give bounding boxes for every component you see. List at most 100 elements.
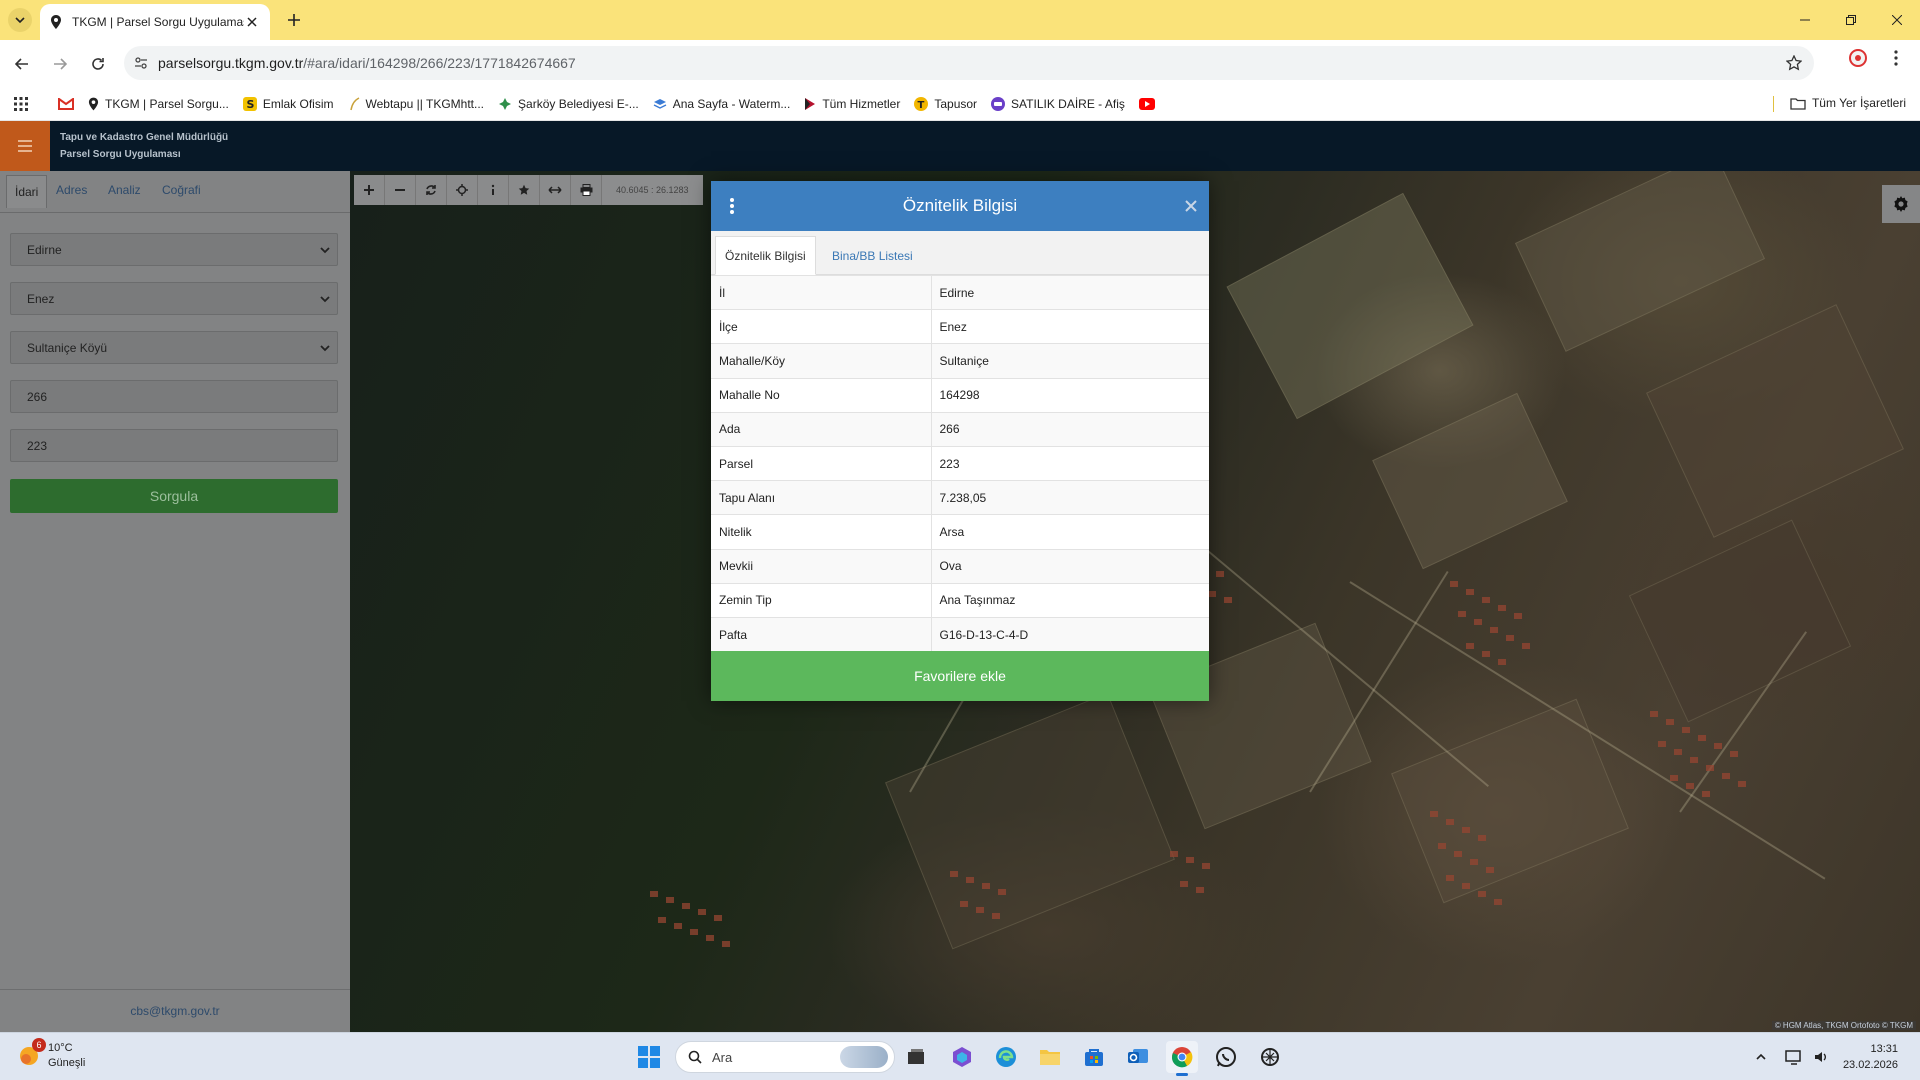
bookmark-watermark[interactable]: Ana Sayfa - Waterm...	[653, 97, 790, 111]
taskbar-app-whatsapp[interactable]	[1210, 1041, 1242, 1073]
measure-button[interactable]	[540, 175, 571, 205]
tab-building-list[interactable]: Bina/BB Listesi	[823, 236, 922, 275]
bookmark-satilik-daire[interactable]: SATILIK DAİRE - Afiş	[991, 96, 1125, 111]
map-settings-button[interactable]	[1882, 185, 1920, 223]
print-button[interactable]	[571, 175, 602, 205]
bookmark-star-icon[interactable]	[1786, 55, 1802, 71]
taskbar-search[interactable]: Ara	[675, 1041, 895, 1073]
speaker-icon[interactable]	[1813, 1049, 1829, 1065]
map-pin-icon	[51, 15, 61, 29]
zoom-out-button[interactable]	[385, 175, 416, 205]
chevron-down-icon	[320, 296, 330, 303]
il-select[interactable]: Edirne	[10, 233, 338, 266]
bookmark-youtube[interactable]	[1138, 97, 1155, 110]
bookmark-gmail[interactable]	[58, 97, 74, 110]
window-controls	[1782, 0, 1920, 40]
menu-toggle-button[interactable]	[0, 121, 50, 171]
attr-value: 266	[931, 411, 1209, 447]
attr-key: Ada	[711, 411, 932, 447]
weather-widget[interactable]: 6 10°C Güneşli	[18, 1038, 85, 1071]
chevron-up-icon[interactable]	[1755, 1051, 1767, 1063]
close-icon	[1892, 15, 1902, 25]
taskbar-app-explorer[interactable]	[1034, 1041, 1066, 1073]
svg-text:T: T	[918, 100, 925, 111]
browser-toolbar: parselsorgu.tkgm.gov.tr/#ara/idari/16429…	[0, 40, 1920, 87]
browser-menu-icon[interactable]	[1886, 48, 1906, 68]
table-row: Ada 266	[711, 411, 1209, 447]
bookmark-sarkoy[interactable]: Şarköy Belediyesi E-...	[498, 97, 639, 111]
ada-input-value: 266	[27, 389, 48, 404]
tab-search-button[interactable]	[8, 8, 32, 32]
map-field	[1391, 698, 1629, 904]
bookmark-emlak-ofisim[interactable]: S Emlak Ofisim	[242, 96, 334, 111]
taskbar-app-store[interactable]	[1078, 1041, 1110, 1073]
taskbar-app-chatgpt[interactable]	[1254, 1041, 1286, 1073]
attr-value: Ana Taşınmaz	[931, 582, 1209, 618]
windows-taskbar: 6 10°C Güneşli Ara 13:31 23.02.2026	[0, 1032, 1920, 1080]
mahalle-select-value: Sultaniçe Köyü	[27, 340, 108, 355]
tab-close-button[interactable]	[244, 14, 260, 30]
tab-idari[interactable]: İdari	[6, 175, 48, 208]
plus-icon	[288, 14, 300, 26]
contact-email-link[interactable]: cbs@tkgm.gov.tr	[0, 989, 350, 1032]
browser-tabstrip: TKGM | Parsel Sorgu Uygulaması	[0, 0, 1920, 40]
bookmark-webtapu[interactable]: Webtapu || TKGMhtt...	[348, 96, 485, 111]
tab-analiz[interactable]: Analiz	[108, 183, 141, 197]
ilce-select[interactable]: Enez	[10, 282, 338, 315]
kebab-menu-icon[interactable]	[729, 197, 735, 215]
tab-adres[interactable]: Adres	[56, 183, 87, 197]
query-button[interactable]: Sorgula	[10, 479, 338, 513]
start-button[interactable]	[638, 1046, 660, 1071]
close-window-button[interactable]	[1874, 0, 1920, 40]
attr-value: Edirne	[931, 274, 1209, 310]
taskbar-app-m365[interactable]	[946, 1041, 978, 1073]
reload-button[interactable]	[82, 48, 114, 80]
map-pin-icon	[88, 97, 99, 110]
bookmark-label: Şarköy Belediyesi E-...	[518, 96, 639, 111]
extension-icon[interactable]	[1848, 48, 1868, 68]
mahalle-select[interactable]: Sultaniçe Köyü	[10, 331, 338, 364]
dialog-close-button[interactable]	[1185, 197, 1197, 215]
attr-key: Tapu Alanı	[711, 480, 932, 515]
taskbar-app-outlook[interactable]	[1122, 1041, 1154, 1073]
tab-attribute-info[interactable]: Öznitelik Bilgisi	[715, 236, 816, 275]
forward-button[interactable]	[44, 48, 76, 80]
bookmark-label: Webtapu || TKGMhtt...	[365, 96, 485, 111]
apps-shortcut[interactable]	[14, 96, 28, 111]
clock[interactable]: 13:31 23.02.2026	[1843, 1041, 1898, 1073]
taskbar-app-edge[interactable]	[990, 1041, 1022, 1073]
parsel-input[interactable]: 223	[10, 429, 338, 462]
whatsapp-icon	[1216, 1047, 1236, 1067]
address-bar[interactable]: parselsorgu.tkgm.gov.tr/#ara/idari/16429…	[124, 46, 1814, 80]
info-button[interactable]	[478, 175, 509, 205]
taskbar-app-chrome[interactable]	[1166, 1041, 1198, 1076]
add-to-favorites-button[interactable]: Favorilere ekle	[711, 651, 1209, 701]
site-info-icon[interactable]	[134, 56, 148, 70]
app-title-line2: Parsel Sorgu Uygulaması	[60, 149, 181, 160]
back-button[interactable]	[6, 48, 38, 80]
bookmark-tkgm[interactable]: TKGM | Parsel Sorgu...	[88, 97, 229, 111]
table-row: Pafta G16-D-13-C-4-D	[711, 616, 1209, 652]
parsel-input-value: 223	[27, 438, 48, 453]
browser-tab-active[interactable]: TKGM | Parsel Sorgu Uygulaması	[40, 4, 270, 40]
print-icon	[580, 184, 592, 196]
favorites-button[interactable]	[509, 175, 540, 205]
new-tab-button[interactable]	[282, 8, 306, 32]
locate-button[interactable]	[447, 175, 478, 205]
task-view-button[interactable]	[900, 1041, 932, 1073]
network-icon[interactable]	[1785, 1049, 1803, 1065]
tab-cografi[interactable]: Coğrafi	[162, 183, 201, 197]
all-bookmarks[interactable]: Tüm Yer İşaretleri	[1790, 96, 1906, 110]
minimize-button[interactable]	[1782, 0, 1828, 40]
chevron-down-icon	[15, 17, 25, 24]
bookmark-tapusor[interactable]: T Tapusor	[914, 96, 977, 111]
app-title: Tapu ve Kadastro Genel Müdürlüğü Parsel …	[60, 129, 228, 163]
il-select-value: Edirne	[27, 242, 62, 257]
system-tray: 13:31 23.02.2026	[1755, 1033, 1920, 1080]
refresh-map-button[interactable]	[416, 175, 447, 205]
svg-text:S: S	[246, 98, 254, 111]
ada-input[interactable]: 266	[10, 380, 338, 413]
zoom-in-button[interactable]	[354, 175, 385, 205]
restore-button[interactable]	[1828, 0, 1874, 40]
bookmark-tum-hizmetler[interactable]: Tüm Hizmetler	[804, 97, 900, 111]
